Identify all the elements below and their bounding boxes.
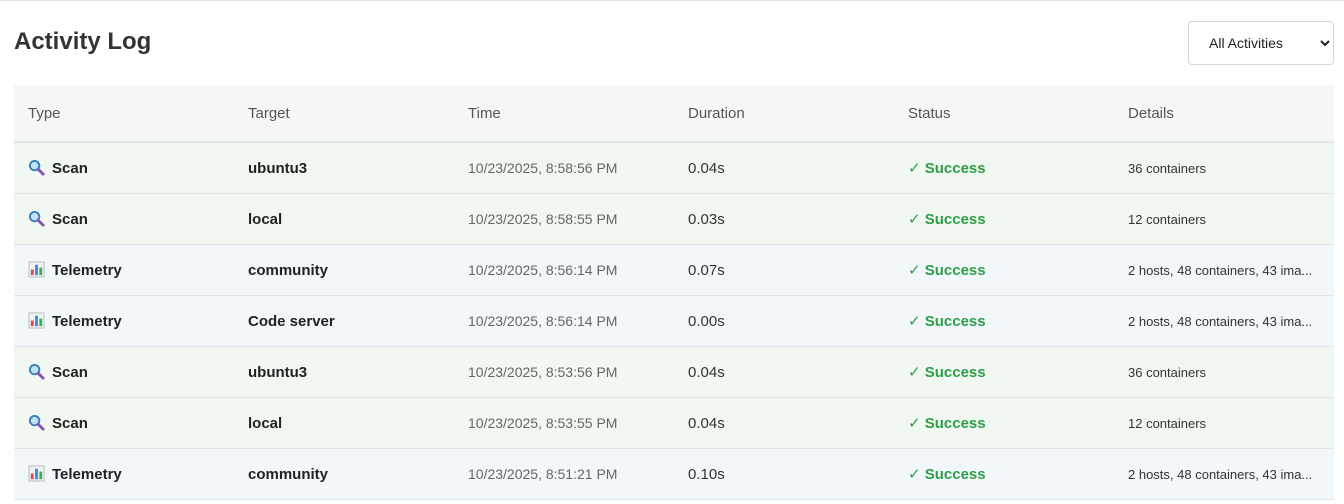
duration-cell: 0.03s [674, 193, 894, 245]
table-row[interactable]: Telemetry community 10/23/2025, 8:51:21 PM… [14, 448, 1334, 500]
target-cell: community [234, 244, 454, 296]
column-header-target: Target [234, 85, 454, 143]
type-cell: Scan [14, 346, 234, 398]
time-cell: 10/23/2025, 8:53:55 PM [454, 397, 674, 449]
column-header-type: Type [14, 85, 234, 143]
type-label: Scan [52, 415, 88, 432]
activity-filter-select[interactable]: All Activities [1188, 21, 1334, 65]
target-cell: ubuntu3 [234, 346, 454, 398]
type-cell: Telemetry [14, 295, 234, 347]
duration-cell: 0.04s [674, 397, 894, 449]
details-cell: 2 hosts, 48 containers, 43 ima... [1114, 295, 1334, 347]
type-label: Scan [52, 364, 88, 381]
type-label: Scan [52, 211, 88, 228]
magnifier-icon [28, 363, 45, 380]
type-cell: Scan [14, 142, 234, 194]
column-header-time: Time [454, 85, 674, 143]
target-cell: community [234, 448, 454, 500]
column-header-status: Status [894, 85, 1114, 143]
bar-chart-icon [28, 261, 45, 278]
type-cell: Telemetry [14, 448, 234, 500]
details-cell: 2 hosts, 48 containers, 43 ima... [1114, 448, 1334, 500]
table-row[interactable]: Telemetry community 10/23/2025, 8:56:14 PM… [14, 244, 1334, 296]
magnifier-icon [28, 159, 45, 176]
table-body: Scan ubuntu3 10/23/2025, 8:58:56 PM 0.04s ✓ … [14, 142, 1334, 500]
status-cell: ✓ Success [894, 397, 1114, 449]
status-cell: ✓ Success [894, 295, 1114, 347]
details-cell: 36 containers [1114, 142, 1334, 194]
magnifier-icon [28, 210, 45, 227]
details-cell: 12 containers [1114, 397, 1334, 449]
status-cell: ✓ Success [894, 244, 1114, 296]
bar-chart-icon [28, 312, 45, 329]
details-cell: 12 containers [1114, 193, 1334, 245]
table-row[interactable]: Telemetry Code server 10/23/2025, 8:56:14 … [14, 295, 1334, 347]
details-cell: 36 containers [1114, 346, 1334, 398]
duration-cell: 0.00s [674, 295, 894, 347]
status-cell: ✓ Success [894, 193, 1114, 245]
status-cell: ✓ Success [894, 346, 1114, 398]
type-cell: Scan [14, 397, 234, 449]
table-row[interactable]: Scan ubuntu3 10/23/2025, 8:58:56 PM 0.04s ✓ … [14, 142, 1334, 194]
table-header: Type Target Time Duration Status Details [14, 85, 1334, 143]
type-label: Telemetry [52, 466, 122, 483]
duration-cell: 0.04s [674, 142, 894, 194]
details-cell: 2 hosts, 48 containers, 43 ima... [1114, 244, 1334, 296]
page-title: Activity Log [14, 28, 152, 55]
column-header-duration: Duration [674, 85, 894, 143]
duration-cell: 0.07s [674, 244, 894, 296]
duration-cell: 0.10s [674, 448, 894, 500]
table-row[interactable]: Scan local 10/23/2025, 8:58:55 PM 0.03s ✓ Su… [14, 193, 1334, 245]
target-cell: local [234, 397, 454, 449]
type-cell: Scan [14, 193, 234, 245]
magnifier-icon [28, 414, 45, 431]
top-divider [0, 0, 1344, 1]
target-cell: local [234, 193, 454, 245]
time-cell: 10/23/2025, 8:53:56 PM [454, 346, 674, 398]
time-cell: 10/23/2025, 8:58:55 PM [454, 193, 674, 245]
bar-chart-icon [28, 465, 45, 482]
type-label: Telemetry [52, 262, 122, 279]
activity-table: Type Target Time Duration Status Details… [14, 85, 1334, 500]
target-cell: Code server [234, 295, 454, 347]
time-cell: 10/23/2025, 8:51:21 PM [454, 448, 674, 500]
status-cell: ✓ Success [894, 448, 1114, 500]
type-label: Telemetry [52, 313, 122, 330]
duration-cell: 0.04s [674, 346, 894, 398]
table-row[interactable]: Scan ubuntu3 10/23/2025, 8:53:56 PM 0.04s ✓ … [14, 346, 1334, 398]
column-header-details: Details [1114, 85, 1334, 143]
table-row[interactable]: Scan local 10/23/2025, 8:53:55 PM 0.04s ✓ Su… [14, 397, 1334, 449]
type-cell: Telemetry [14, 244, 234, 296]
time-cell: 10/23/2025, 8:56:14 PM [454, 295, 674, 347]
time-cell: 10/23/2025, 8:56:14 PM [454, 244, 674, 296]
activity-table-container: Type Target Time Duration Status Details… [14, 85, 1334, 500]
header-row: Type Target Time Duration Status Details [14, 85, 1334, 143]
time-cell: 10/23/2025, 8:58:56 PM [454, 142, 674, 194]
status-cell: ✓ Success [894, 142, 1114, 194]
target-cell: ubuntu3 [234, 142, 454, 194]
type-label: Scan [52, 160, 88, 177]
